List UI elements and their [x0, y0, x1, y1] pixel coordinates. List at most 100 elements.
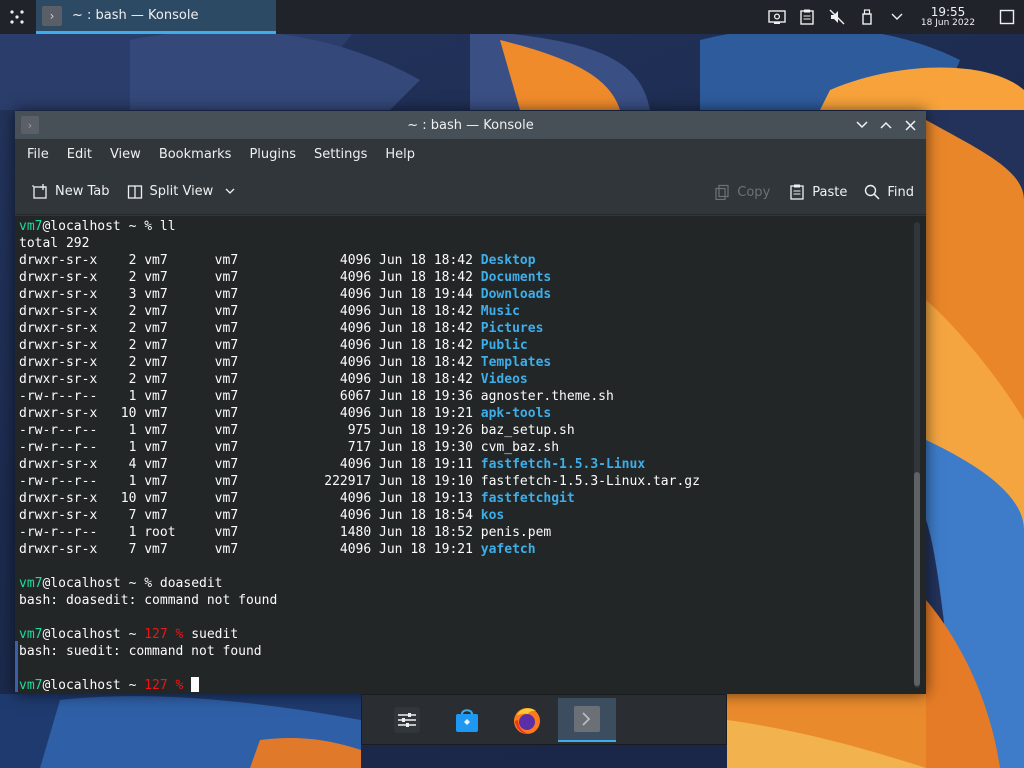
close-button[interactable] — [898, 115, 922, 135]
top-panel: › ~ : bash — Konsole 19:55 18 Jun 2022 — [0, 0, 1024, 34]
network-icon[interactable] — [762, 0, 792, 34]
directory-listing: drwxr-sr-x 2 vm7 vm7 4096 Jun 18 18:42 D… — [19, 252, 700, 558]
dock-item-settings[interactable] — [378, 698, 436, 742]
listing-row: drwxr-sr-x 3 vm7 vm7 4096 Jun 18 19:44 D… — [19, 287, 552, 302]
scrollbar-thumb[interactable] — [914, 472, 920, 686]
clock-date: 18 Jun 2022 — [920, 18, 976, 28]
listing-row: drwxr-sr-x 2 vm7 vm7 4096 Jun 18 18:42 P… — [19, 321, 544, 336]
output-marker — [15, 675, 18, 692]
clock-time: 19:55 — [930, 5, 966, 19]
find-label: Find — [887, 184, 914, 200]
directory-name: Music — [480, 304, 520, 319]
volume-muted-icon[interactable] — [822, 0, 852, 34]
dock-item-konsole[interactable] — [558, 697, 616, 742]
firefox-icon — [514, 707, 540, 734]
chevron-down-icon[interactable] — [221, 183, 239, 201]
prompt-line: vm7@localhost ~ % doasedit — [19, 576, 223, 591]
directory-name: kos — [480, 508, 505, 523]
text-cursor — [191, 677, 200, 692]
directory-name: Templates — [480, 355, 552, 370]
listing-row: drwxr-sr-x 7 vm7 vm7 4096 Jun 18 19:21 y… — [19, 542, 536, 557]
minimize-button[interactable] — [850, 115, 874, 135]
kde-launcher-icon — [10, 10, 24, 24]
listing-row: -rw-r--r-- 1 vm7 vm7 6067 Jun 18 19:36 a… — [19, 389, 614, 404]
new-tab-button[interactable]: New Tab — [25, 176, 116, 208]
prompt-line: vm7@localhost ~ 127 % suedit — [19, 627, 239, 642]
directory-name: apk-tools — [480, 406, 552, 421]
chevron-down-icon — [856, 121, 868, 129]
paste-icon — [788, 183, 806, 201]
directory-name: Desktop — [480, 253, 536, 268]
dock-item-discover[interactable] — [438, 698, 496, 742]
listing-row: drwxr-sr-x 4 vm7 vm7 4096 Jun 18 19:11 f… — [19, 457, 646, 472]
terminal-output: vm7@localhost ~ % ll total 292 drwxr-sr-… — [19, 218, 700, 694]
output-line: total 292 — [19, 236, 90, 251]
chevron-up-icon — [880, 121, 892, 129]
error-line: bash: suedit: command not found — [19, 644, 262, 659]
removable-device-icon[interactable] — [852, 0, 882, 34]
window-titlebar[interactable]: › ~ : bash — Konsole — [15, 111, 926, 139]
find-button[interactable]: Find — [857, 176, 920, 208]
listing-row: -rw-r--r-- 1 root vm7 1480 Jun 18 18:52 … — [19, 525, 552, 540]
split-view-icon — [126, 183, 144, 201]
listing-row: drwxr-sr-x 10 vm7 vm7 4096 Jun 18 19:13 … — [19, 491, 575, 506]
clipboard-icon[interactable] — [792, 0, 822, 34]
directory-name: fastfetch-1.5.3-Linux — [480, 457, 646, 472]
digital-clock[interactable]: 19:55 18 Jun 2022 — [916, 6, 980, 28]
menu-plugins[interactable]: Plugins — [241, 147, 304, 162]
directory-name: Videos — [480, 372, 528, 387]
prompt-line-active: vm7@localhost ~ 127 % — [19, 677, 700, 694]
file-name: cvm_baz.sh — [480, 440, 560, 455]
file-name: penis.pem — [480, 525, 552, 540]
konsole-icon[interactable]: › — [21, 116, 39, 134]
copy-button[interactable]: Copy — [707, 176, 776, 208]
dock-item-firefox[interactable] — [498, 698, 556, 742]
listing-row: drwxr-sr-x 2 vm7 vm7 4096 Jun 18 18:42 M… — [19, 304, 520, 319]
taskbar-task-konsole[interactable]: › ~ : bash — Konsole — [36, 0, 276, 34]
show-desktop-icon[interactable] — [990, 0, 1024, 34]
menu-file[interactable]: File — [19, 147, 57, 162]
konsole-icon — [574, 705, 600, 732]
settings-icon — [394, 706, 420, 733]
listing-row: -rw-r--r-- 1 vm7 vm7 975 Jun 18 19:26 ba… — [19, 423, 575, 438]
new-tab-icon — [31, 183, 49, 201]
maximize-button[interactable] — [874, 115, 898, 135]
menu-bar: File Edit View Bookmarks Plugins Setting… — [15, 139, 926, 169]
directory-name: Pictures — [480, 321, 544, 336]
error-line: bash: doasedit: command not found — [19, 593, 278, 608]
paste-label: Paste — [812, 184, 848, 200]
menu-settings[interactable]: Settings — [306, 147, 375, 162]
system-tray: 19:55 18 Jun 2022 — [762, 0, 1024, 34]
directory-name: yafetch — [480, 542, 536, 557]
chevron-down-icon[interactable] — [882, 0, 912, 34]
listing-row: -rw-r--r-- 1 vm7 vm7 222917 Jun 18 19:10… — [19, 474, 700, 489]
paste-button[interactable]: Paste — [782, 176, 853, 208]
application-launcher-button[interactable] — [0, 0, 34, 34]
copy-label: Copy — [737, 184, 771, 200]
file-name: baz_setup.sh — [480, 423, 575, 438]
split-view-label: Split View — [149, 184, 214, 199]
terminal-scrollbar[interactable] — [914, 222, 920, 688]
listing-row: drwxr-sr-x 2 vm7 vm7 4096 Jun 18 18:42 V… — [19, 372, 528, 387]
directory-name: fastfetchgit — [480, 491, 575, 506]
terminal-view[interactable]: vm7@localhost ~ % ll total 292 drwxr-sr-… — [15, 216, 926, 694]
directory-name: Downloads — [480, 287, 552, 302]
split-view-button[interactable]: Split View — [120, 176, 246, 208]
output-marker — [15, 641, 18, 675]
prompt-line: vm7@localhost ~ % ll — [19, 219, 176, 234]
listing-row: drwxr-sr-x 2 vm7 vm7 4096 Jun 18 18:42 T… — [19, 355, 552, 370]
menu-help[interactable]: Help — [377, 147, 423, 162]
menu-bookmarks[interactable]: Bookmarks — [151, 147, 240, 162]
listing-row: -rw-r--r-- 1 vm7 vm7 717 Jun 18 19:30 cv… — [19, 440, 560, 455]
taskbar-task-label: ~ : bash — Konsole — [72, 8, 199, 23]
directory-name: Documents — [480, 270, 552, 285]
directory-name: Public — [480, 338, 528, 353]
konsole-icon: › — [42, 5, 62, 26]
copy-icon — [713, 183, 731, 201]
menu-view[interactable]: View — [102, 147, 149, 162]
file-name: agnoster.theme.sh — [480, 389, 614, 404]
menu-edit[interactable]: Edit — [59, 147, 100, 162]
window-title: ~ : bash — Konsole — [407, 117, 534, 133]
discover-store-icon — [456, 708, 478, 732]
task-manager-dock — [361, 694, 727, 745]
